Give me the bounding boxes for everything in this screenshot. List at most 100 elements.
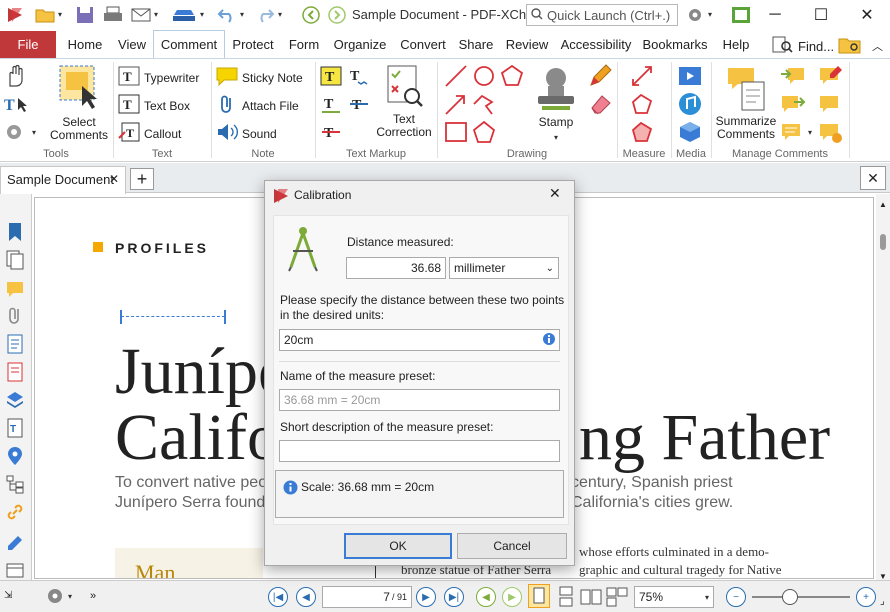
attachments-panel-icon[interactable] — [6, 306, 24, 329]
document-tab[interactable]: Sample Document ✕ — [0, 166, 126, 194]
pages-panel-icon[interactable] — [6, 250, 24, 273]
comments-panel-icon[interactable] — [6, 280, 24, 301]
tab-home[interactable]: Home — [62, 32, 108, 58]
chevron-down-icon[interactable]: ▾ — [200, 10, 204, 19]
text-box-button[interactable]: T Text Box — [118, 94, 190, 117]
chevron-down-icon[interactable]: ▾ — [708, 10, 712, 19]
next-page-button[interactable]: ▶ — [416, 587, 436, 607]
status-settings-icon[interactable] — [44, 585, 66, 610]
import-comments-icon[interactable] — [780, 64, 806, 91]
tab-protect[interactable]: Protect — [228, 32, 278, 58]
tab-help[interactable]: Help — [716, 32, 756, 58]
forward-icon[interactable] — [326, 4, 348, 26]
minimize-button[interactable]: ─ — [752, 0, 798, 30]
music-icon[interactable] — [678, 92, 702, 119]
structure-panel-icon[interactable] — [6, 474, 24, 497]
preset-name-input[interactable]: 36.68 mm = 20cm — [279, 389, 560, 411]
tags-panel-icon[interactable]: T — [6, 418, 24, 441]
close-tab-icon[interactable]: ✕ — [109, 166, 119, 192]
last-page-button[interactable]: ▶| — [444, 587, 464, 607]
tab-review[interactable]: Review — [502, 32, 552, 58]
ok-button[interactable]: OK — [344, 533, 452, 559]
save-icon[interactable] — [74, 4, 96, 26]
zoom-in-button[interactable]: + — [856, 587, 876, 607]
line-icon[interactable] — [444, 64, 468, 91]
chevron-down-icon[interactable]: ▾ — [68, 592, 72, 601]
comment-settings-icon[interactable] — [818, 120, 844, 147]
summarize-comments-button[interactable]: Summarize Comments — [714, 62, 778, 141]
find-button[interactable]: Find... — [772, 35, 834, 58]
strikeout-text-icon[interactable]: T — [348, 94, 370, 117]
new-tab-button[interactable]: + — [130, 168, 154, 190]
first-page-button[interactable]: |◀ — [268, 587, 288, 607]
quick-launch-input[interactable]: Quick Launch (Ctrl+.) — [526, 4, 678, 26]
open-icon[interactable] — [34, 4, 56, 26]
close-window-button[interactable]: ✕ — [844, 0, 890, 30]
more-icon[interactable]: » — [90, 590, 96, 602]
scroll-thumb[interactable] — [880, 234, 886, 250]
chevron-down-icon[interactable]: ▾ — [32, 128, 36, 137]
back-view-button[interactable]: ◀ — [476, 587, 496, 607]
attach-file-button[interactable]: Attach File — [216, 94, 299, 117]
undo-icon[interactable] — [216, 4, 238, 26]
scroll-up-icon[interactable]: ▲ — [879, 200, 887, 209]
sound-button[interactable]: Sound — [216, 122, 277, 145]
tab-convert[interactable]: Convert — [396, 32, 450, 58]
email-icon[interactable] — [130, 4, 152, 26]
single-page-view-button[interactable] — [528, 584, 550, 608]
distance-input[interactable]: 36.68 — [346, 257, 446, 279]
tab-accessibility[interactable]: Accessibility — [558, 32, 634, 58]
arrow-icon[interactable] — [444, 92, 468, 119]
prev-page-button[interactable]: ◀ — [296, 587, 316, 607]
comment-list-icon[interactable] — [780, 120, 806, 147]
zoom-select[interactable]: 75% ▾ — [634, 586, 714, 608]
rectangle-icon[interactable] — [444, 120, 468, 147]
video-icon[interactable] — [678, 64, 702, 91]
chevron-down-icon[interactable]: ▾ — [240, 10, 244, 19]
tab-comment[interactable]: Comment — [153, 30, 225, 59]
polyline-icon[interactable] — [472, 92, 496, 119]
zoom-slider-thumb[interactable] — [782, 589, 798, 605]
eraser-icon[interactable] — [588, 92, 612, 119]
pentagon-icon[interactable] — [472, 120, 496, 147]
snapshot-icon[interactable] — [4, 122, 30, 145]
close-document-button[interactable]: ✕ — [860, 166, 886, 190]
back-icon[interactable] — [300, 4, 322, 26]
collapse-ribbon-icon[interactable]: ︿ — [872, 38, 883, 54]
tab-form[interactable]: Form — [282, 32, 326, 58]
links-panel-icon[interactable] — [6, 502, 24, 525]
units-value-input[interactable]: 20cm — [279, 329, 560, 351]
preset-description-input[interactable] — [279, 440, 560, 462]
scan-icon[interactable] — [170, 4, 198, 26]
layers-panel-icon[interactable] — [6, 390, 24, 413]
unit-select[interactable]: millimeter ⌄ — [449, 257, 559, 279]
chevron-down-icon[interactable]: ▾ — [154, 10, 158, 19]
bookmarks-panel-icon[interactable] — [6, 222, 24, 245]
area-tool-icon[interactable] — [630, 120, 654, 147]
ellipse-icon[interactable] — [472, 64, 496, 91]
chevron-down-icon[interactable]: ▾ — [58, 10, 62, 19]
select-text-icon[interactable]: T — [4, 94, 30, 117]
replace-text-icon[interactable]: T — [320, 122, 342, 145]
typewriter-button[interactable]: T Typewriter — [118, 66, 199, 89]
zoom-slider[interactable] — [752, 596, 850, 598]
fullscreen-icon[interactable] — [730, 4, 752, 26]
folder-search-icon[interactable] — [838, 35, 862, 58]
print-icon[interactable] — [102, 4, 124, 26]
signatures-panel-icon[interactable] — [6, 532, 24, 555]
3d-object-icon[interactable] — [678, 120, 702, 147]
stamp-button[interactable]: Stamp ▾ — [530, 62, 582, 143]
continuous-view-button[interactable] — [556, 586, 576, 611]
flatten-comments-icon[interactable] — [818, 64, 844, 91]
callout-button[interactable]: T Callout — [118, 122, 181, 145]
location-panel-icon[interactable] — [6, 446, 24, 469]
export-comments-icon[interactable] — [780, 92, 806, 119]
highlight-text-icon[interactable]: T — [320, 66, 342, 89]
hand-tool-icon[interactable] — [4, 64, 26, 91]
maximize-button[interactable]: ☐ — [798, 0, 844, 30]
properties-panel-icon[interactable] — [6, 362, 24, 385]
forward-view-button[interactable]: ▶ — [502, 587, 522, 607]
tab-bookmarks[interactable]: Bookmarks — [640, 32, 710, 58]
perimeter-tool-icon[interactable] — [630, 92, 654, 119]
vertical-scrollbar[interactable]: ▲ ▼ — [876, 194, 890, 588]
